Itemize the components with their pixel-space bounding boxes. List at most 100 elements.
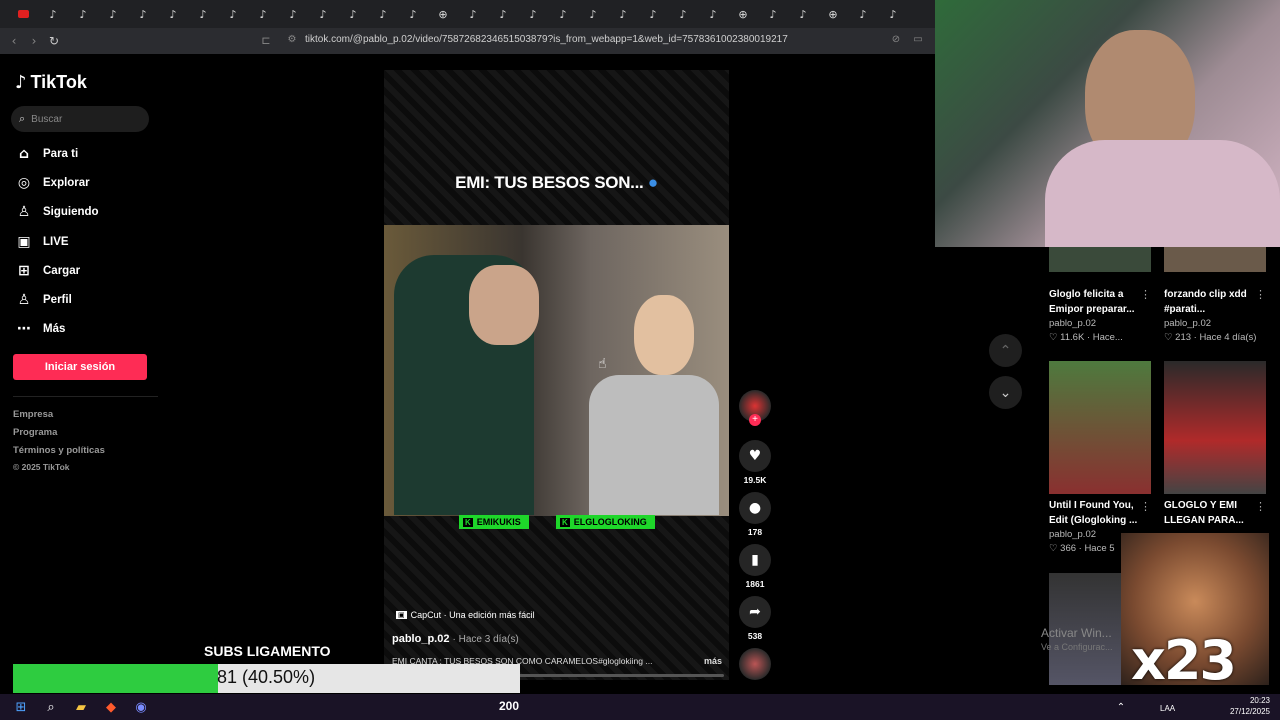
footer-link[interactable]: Términos y políticas <box>13 445 105 456</box>
sidebar-item-label: Explorar <box>43 177 90 189</box>
tab[interactable]: ♪ <box>128 0 158 28</box>
sidebar-item-para-ti[interactable]: ⌂ Para ti <box>15 146 78 162</box>
video-thumbnail[interactable] <box>1049 361 1151 494</box>
site-info-icon[interactable]: ⚙ <box>282 34 302 45</box>
video-card[interactable]: GLOGLO Y EMI LLEGAN PARA... <box>1164 361 1266 528</box>
search-icon[interactable]: ⌕ <box>36 694 66 720</box>
card-stats: ♡ 11.6K · Hace... <box>1049 332 1123 343</box>
tray-chevron-icon[interactable]: ⌃ <box>1106 694 1136 720</box>
url-text[interactable]: tiktok.com/@pablo_p.02/video/75872682346… <box>305 34 788 45</box>
card-menu-icon[interactable]: ⋮ <box>1140 288 1151 301</box>
tab[interactable]: ♪ <box>308 0 338 28</box>
card-menu-icon[interactable]: ⋮ <box>1140 500 1151 513</box>
save-button[interactable]: ▮ 1861 <box>739 544 771 589</box>
next-video-button[interactable]: ⌄ <box>989 376 1022 409</box>
tab[interactable]: ♪ <box>188 0 218 28</box>
footer-link[interactable]: Empresa <box>13 409 53 420</box>
tab[interactable]: ♪ <box>278 0 308 28</box>
previous-video-button[interactable]: ⌃ <box>989 334 1022 367</box>
tab[interactable]: ♪ <box>338 0 368 28</box>
card-title: forzando clip xdd #parati... <box>1164 289 1247 315</box>
video-thumbnail[interactable] <box>1164 361 1266 494</box>
card-menu-icon[interactable]: ⋮ <box>1255 500 1266 513</box>
tab[interactable]: ⊕ <box>728 0 758 28</box>
card-title: Gloglo felicita a Emipor preparar... <box>1049 289 1135 315</box>
sidebar-item-label: Perfil <box>43 294 72 306</box>
footer-link[interactable]: Programa <box>13 427 57 438</box>
sidebar-item-cargar[interactable]: ⊞ Cargar <box>15 263 80 279</box>
comment-icon: ● <box>739 492 771 524</box>
bookmark-icon[interactable]: ⊏ <box>256 34 276 47</box>
tab[interactable]: ♪ <box>68 0 98 28</box>
tab[interactable]: ♪ <box>218 0 248 28</box>
tab[interactable]: ♪ <box>488 0 518 28</box>
video-card[interactable]: Gloglo felicita a Emipor preparar... pabl… <box>1049 240 1151 343</box>
more-link[interactable]: más <box>704 656 722 666</box>
clock[interactable]: 20:23 27/12/2025 <box>1230 695 1270 717</box>
music-disc[interactable] <box>739 648 771 680</box>
tab[interactable]: ♪ <box>398 0 428 28</box>
sidebar-item-siguiendo[interactable]: ♙ Siguiendo <box>15 204 99 220</box>
tab[interactable]: ⊕ <box>428 0 458 28</box>
meme-overlay: x23 <box>1121 533 1269 692</box>
like-button[interactable]: ♥ 19.5K <box>739 440 771 485</box>
sidebar-item-live[interactable]: ▣ LIVE <box>15 234 69 250</box>
tab[interactable]: ♪ <box>698 0 728 28</box>
tab[interactable]: ♪ <box>158 0 188 28</box>
cast-icon[interactable]: ⊘ <box>886 34 906 45</box>
card-title: Until I Found You, Edit (Glogloking ... <box>1049 500 1138 526</box>
tab[interactable]: ♪ <box>758 0 788 28</box>
language-indicator[interactable]: LAA <box>1160 704 1175 713</box>
tab[interactable]: ♪ <box>458 0 488 28</box>
reload-icon[interactable]: ↻ <box>44 34 64 48</box>
video-card[interactable]: Until I Found You, Edit (Glogloking ... p… <box>1049 361 1151 554</box>
sidebar-item-label: LIVE <box>43 236 69 248</box>
forward-icon[interactable]: › <box>24 34 44 48</box>
start-icon[interactable]: ⊞ <box>6 694 36 720</box>
screen-icon[interactable]: ▭ <box>908 34 928 45</box>
brave-icon[interactable]: ◆ <box>96 694 126 720</box>
tab[interactable]: ♪ <box>368 0 398 28</box>
face-right <box>634 295 694 375</box>
sidebar-item-mas[interactable]: ⋯ Más <box>15 321 65 337</box>
tab[interactable]: ♪ <box>668 0 698 28</box>
youtube-icon <box>17 10 29 18</box>
tab[interactable]: ⊕ <box>818 0 848 28</box>
card-menu-icon[interactable]: ⋮ <box>1255 288 1266 301</box>
card-user[interactable]: pablo_p.02 <box>1049 318 1151 329</box>
tab[interactable]: ♪ <box>878 0 908 28</box>
tab[interactable]: ♪ <box>248 0 278 28</box>
tab[interactable]: ♪ <box>518 0 548 28</box>
tab[interactable]: ♪ <box>578 0 608 28</box>
share-button[interactable]: ➦ 538 <box>739 596 771 641</box>
author-avatar[interactable]: + <box>739 390 771 434</box>
back-icon[interactable]: ‹ <box>4 34 24 48</box>
tab[interactable]: ♪ <box>98 0 128 28</box>
clock-date: 27/12/2025 <box>1229 707 1270 716</box>
tab-youtube[interactable] <box>8 0 38 28</box>
capcut-icon: ▣ <box>396 611 407 619</box>
card-user[interactable]: pablo_p.02 <box>1164 318 1266 329</box>
subs-goal-fill <box>13 664 219 693</box>
tiktok-logo[interactable]: ♪ TikTok <box>15 72 87 93</box>
capcut-badge[interactable]: ▣ CapCut · Una edición más fácil <box>396 610 535 620</box>
folder-icon[interactable]: ▰ <box>66 694 96 720</box>
follow-plus-icon[interactable]: + <box>749 414 761 426</box>
video-frame[interactable] <box>384 225 729 516</box>
tab[interactable]: ♪ <box>788 0 818 28</box>
sidebar-item-explorar[interactable]: ◎ Explorar <box>15 175 90 191</box>
video-card[interactable]: forzando clip xdd #parati... pablo_p.02 ♡… <box>1164 240 1266 343</box>
sidebar-item-perfil[interactable]: ♙ Perfil <box>15 292 72 308</box>
bookmark-icon: ▮ <box>739 544 771 576</box>
comment-button[interactable]: ● 178 <box>739 492 771 537</box>
tab[interactable]: ♪ <box>548 0 578 28</box>
tab[interactable]: ♪ <box>38 0 68 28</box>
tab[interactable]: ♪ <box>848 0 878 28</box>
tab[interactable]: ♪ <box>638 0 668 28</box>
discord-icon[interactable]: ◉ <box>126 694 156 720</box>
login-button[interactable]: Iniciar sesión <box>13 354 147 380</box>
video-player[interactable]: EMI: TUS BESOS SON... ● K EMIKUKIS K ELGLO… <box>384 70 729 680</box>
tab[interactable]: ♪ <box>608 0 638 28</box>
search-input[interactable]: ⌕ Buscar <box>11 106 149 132</box>
video-author[interactable]: pablo_p.02 · Hace 3 día(s) <box>392 633 519 645</box>
